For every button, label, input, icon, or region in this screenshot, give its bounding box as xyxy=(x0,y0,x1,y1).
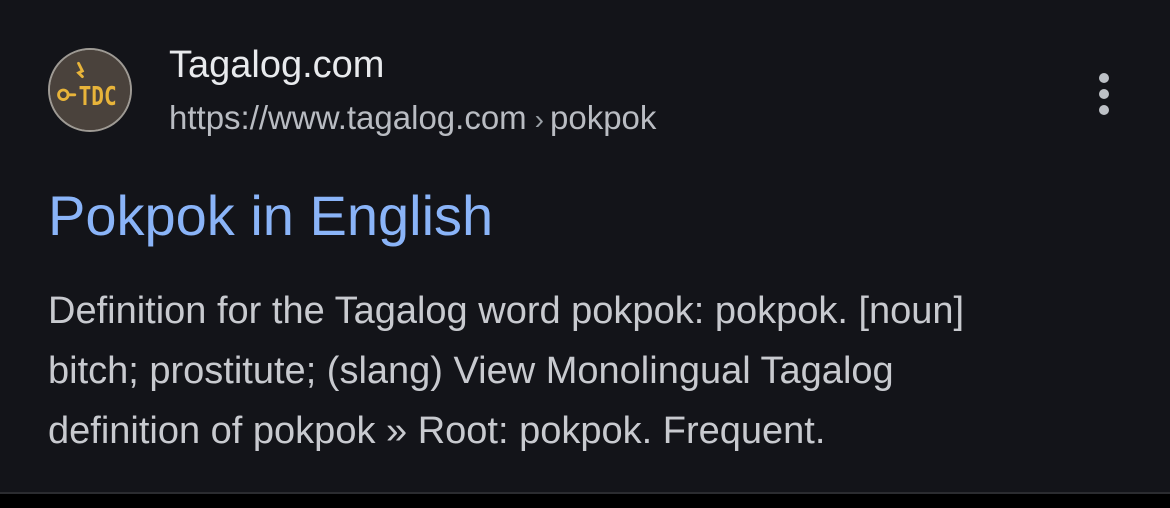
more-options-button[interactable] xyxy=(1084,66,1124,122)
breadcrumb-url: https://www.tagalog.com xyxy=(169,99,527,136)
site-favicon[interactable]: TDC xyxy=(48,48,132,132)
snippet-line: bitch; prostitute; (slang) View Monoling… xyxy=(48,350,894,392)
snippet-line: Definition for the Tagalog word pokpok: … xyxy=(48,290,965,332)
breadcrumb-separator: › xyxy=(534,104,544,135)
breadcrumb-path: pokpok xyxy=(550,99,657,136)
favicon-letters: TDC xyxy=(79,81,117,112)
search-result-card: TDC Tagalog.com https://www.tagalog.com ›… xyxy=(0,0,1170,492)
tdc-logo-icon: TDC xyxy=(50,50,130,130)
result-divider xyxy=(0,492,1170,494)
breadcrumb[interactable]: https://www.tagalog.com › pokpok xyxy=(169,96,656,142)
snippet-line: definition of pokpok » Root: pokpok. Fre… xyxy=(48,410,826,452)
site-name[interactable]: Tagalog.com xyxy=(169,40,384,90)
result-title-link[interactable]: Pokpok in English xyxy=(48,180,493,252)
result-snippet: Definition for the Tagalog word pokpok: … xyxy=(48,281,1128,461)
